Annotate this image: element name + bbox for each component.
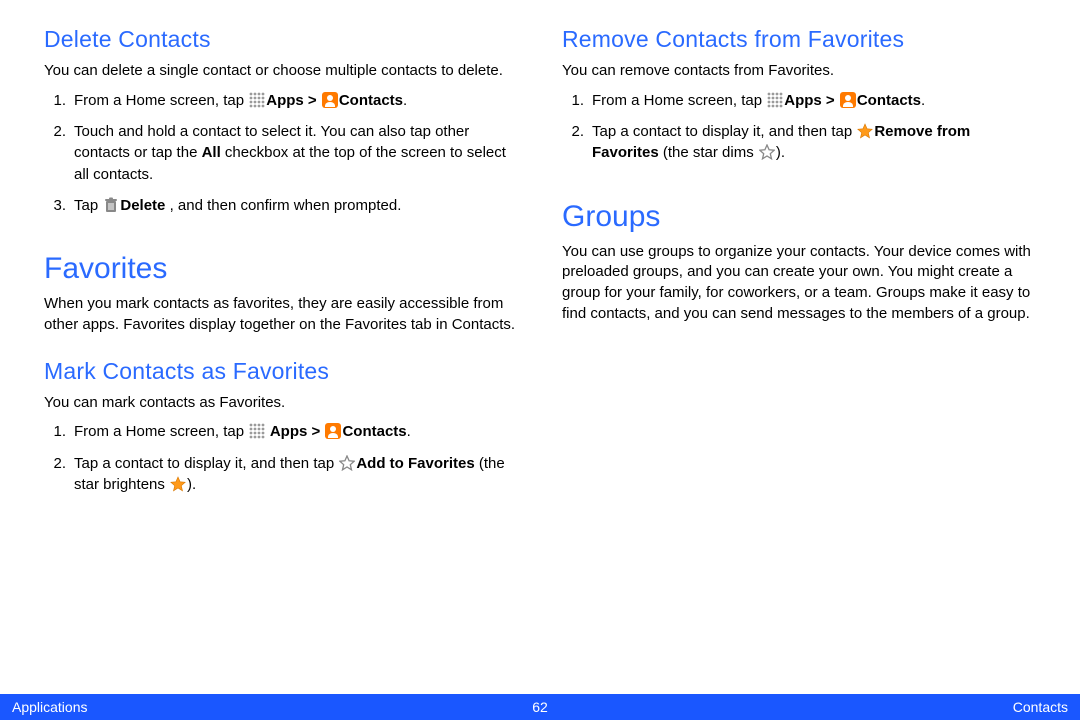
delete-step-2: Touch and hold a contact to select it. Y… <box>70 121 522 185</box>
text: (the star dims <box>659 144 758 161</box>
delete-label: Delete <box>120 197 169 214</box>
text: . <box>921 92 925 109</box>
remove-step-2: Tap a contact to display it, and then ta… <box>588 121 1040 164</box>
two-column-layout: Delete Contacts You can delete a single … <box>0 0 1080 505</box>
footer-page-number: 62 <box>0 699 1080 715</box>
delete-steps: From a Home screen, tap Apps > Contacts.… <box>44 90 522 216</box>
delete-step-1: From a Home screen, tap Apps > Contacts. <box>70 90 522 111</box>
all-label: All <box>202 144 221 161</box>
text: ). <box>776 144 785 161</box>
add-to-favorites-label: Add to Favorites <box>356 455 474 472</box>
trash-icon <box>103 197 119 213</box>
contacts-icon <box>325 423 341 439</box>
favorites-intro: When you mark contacts as favorites, the… <box>44 294 522 335</box>
manual-page: Delete Contacts You can delete a single … <box>0 0 1080 720</box>
remove-intro: You can remove contacts from Favorites. <box>562 61 1040 82</box>
text: ). <box>187 476 196 493</box>
contacts-label: Contacts <box>342 423 406 440</box>
star-outline-icon <box>759 144 775 160</box>
heading-favorites: Favorites <box>44 252 522 286</box>
apps-grid-icon <box>249 92 265 108</box>
heading-remove-favorites: Remove Contacts from Favorites <box>562 26 1040 53</box>
text: Tap <box>74 197 102 214</box>
star-outline-icon <box>339 455 355 471</box>
footer-section-right: Contacts <box>1013 699 1068 715</box>
text: . <box>403 92 407 109</box>
heading-mark-favorites: Mark Contacts as Favorites <box>44 358 522 385</box>
mark-intro: You can mark contacts as Favorites. <box>44 393 522 414</box>
text: . <box>407 423 411 440</box>
mark-step-1: From a Home screen, tap Apps > Contacts. <box>70 421 522 442</box>
star-filled-icon <box>857 123 873 139</box>
delete-intro: You can delete a single contact or choos… <box>44 61 522 82</box>
text: Tap a contact to display it, and then ta… <box>592 123 856 140</box>
remove-step-1: From a Home screen, tap Apps > Contacts. <box>588 90 1040 111</box>
right-column: Remove Contacts from Favorites You can r… <box>562 12 1040 505</box>
delete-step-3: Tap Delete , and then confirm when promp… <box>70 195 522 216</box>
contacts-label: Contacts <box>857 92 921 109</box>
text: From a Home screen, tap <box>74 92 248 109</box>
heading-groups: Groups <box>562 200 1040 234</box>
apps-grid-icon <box>767 92 783 108</box>
mark-step-2: Tap a contact to display it, and then ta… <box>70 453 522 496</box>
left-column: Delete Contacts You can delete a single … <box>44 12 522 505</box>
contacts-label: Contacts <box>339 92 403 109</box>
star-filled-icon <box>170 476 186 492</box>
text: From a Home screen, tap <box>592 92 766 109</box>
apps-label: Apps > <box>266 92 321 109</box>
apps-label: Apps > <box>266 423 324 440</box>
text: From a Home screen, tap <box>74 423 248 440</box>
text: Tap a contact to display it, and then ta… <box>74 455 338 472</box>
contacts-icon <box>840 92 856 108</box>
heading-delete-contacts: Delete Contacts <box>44 26 522 53</box>
apps-grid-icon <box>249 423 265 439</box>
apps-label: Apps > <box>784 92 839 109</box>
text: , and then confirm when prompted. <box>170 197 402 214</box>
page-footer: Applications 62 Contacts <box>0 694 1080 720</box>
remove-steps: From a Home screen, tap Apps > Contacts.… <box>562 90 1040 164</box>
mark-steps: From a Home screen, tap Apps > Contacts.… <box>44 421 522 495</box>
groups-intro: You can use groups to organize your cont… <box>562 242 1040 325</box>
contacts-icon <box>322 92 338 108</box>
footer-section-left: Applications <box>12 699 88 715</box>
